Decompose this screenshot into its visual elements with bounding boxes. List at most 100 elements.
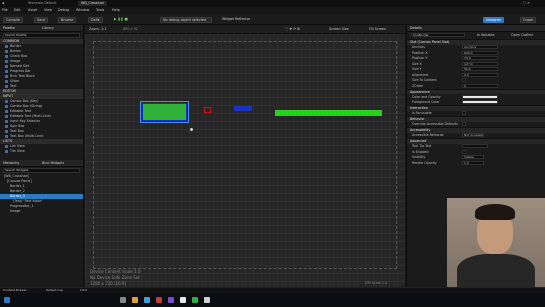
details-tab[interactable]: Details [410,26,422,31]
app-icon[interactable] [192,297,198,303]
border-icon [5,45,8,48]
palette-tab[interactable]: Palette [3,26,15,31]
app-icon[interactable] [204,297,210,303]
browser-icon[interactable] [144,297,150,303]
start-icon[interactable] [4,297,10,303]
hierarchy-search-input[interactable]: Search Widgets [3,168,80,173]
menu-item-view[interactable]: View [44,8,52,13]
selected-border-widget[interactable] [140,101,189,123]
alignment-input[interactable]: 0.0 [462,72,498,77]
menu-item-debug[interactable]: Debug [58,8,69,13]
render-opacity-input[interactable]: 1.0 [462,160,484,165]
row-label: Foreground Color [412,100,440,105]
fill-screen-dropdown[interactable]: Fill Screen [369,27,386,32]
size-to-content-checkbox[interactable] [462,78,466,83]
anchors-dropdown[interactable]: Anchors [462,45,498,50]
app-icon[interactable] [156,297,162,303]
browse-button[interactable]: Browse [58,17,77,23]
row-label: ZOrder [412,83,424,88]
graph-tab[interactable]: Graph [520,17,537,23]
widget-reflector-button[interactable]: Widget Reflector [220,17,252,23]
size-x-input[interactable]: 127.0 [462,61,498,66]
row-label: Is Focusable [412,111,432,116]
hierarchy-tab[interactable]: Hierarchy [3,161,19,166]
position-y-input[interactable]: 70.0 [462,56,498,61]
checkbox-icon [5,55,8,58]
editable-text-icon [5,110,8,113]
color-opacity-swatch[interactable] [462,94,498,99]
position-x-input[interactable]: 640.0 [462,50,498,55]
open-outline-button[interactable]: Open Outline [511,33,533,38]
designer-viewport[interactable]: Zoom -1:1 800 x 92 ⬚ ✥ ⟳ ⊞ Screen Size F… [85,25,405,287]
row-label: Render Opacity [412,160,437,165]
rich-text-icon [5,75,8,78]
unreal-logo-icon: ◆ [2,1,5,5]
save-button[interactable]: Save [34,17,49,23]
is-enabled-checkbox[interactable] [462,149,466,154]
details-row: Render Opacity 1.0 [407,160,545,166]
device-info-line: Device Content Scale 1.0 [90,269,141,274]
is-focusable-checkbox[interactable] [462,111,466,116]
tab-asset[interactable]: WB_Crosshair [78,1,108,6]
zorder-input[interactable]: 0 [462,83,498,88]
size-y-input[interactable]: 56.0 [462,67,498,72]
named-slot-icon [5,65,8,68]
row-label: Tool Tip Text [412,144,432,149]
row-label: Alignment [412,72,429,77]
palette-item[interactable]: Tile View [0,149,83,154]
window-controls[interactable]: – ▢ ✕ [520,1,530,6]
menu-item-help[interactable]: Help [112,8,120,13]
progress-bar-widget[interactable] [275,110,382,116]
menu-item-edit[interactable]: Edit [14,8,21,13]
spin-box-icon [5,125,8,128]
row-label: Visibility [412,155,426,160]
resolution-label: 800 x 92 [123,27,138,31]
text-box-icon [5,130,8,133]
palette-search-input[interactable]: Search Palette [3,33,80,38]
editable-text-icon [5,115,8,118]
unreal-icon[interactable] [180,297,186,303]
list-view-icon [5,145,8,148]
dpi-scale-label: DPI Scale 1.0 [365,281,388,285]
menu-bar: File Edit Asset View Debug Window Tools … [0,7,545,14]
canvas-bounds [93,41,397,269]
slider-icon [5,80,8,83]
row-label: Size X [412,61,422,66]
library-tab[interactable]: Library [42,26,54,31]
search-icon[interactable] [120,297,126,303]
hierarchy-header: Hierarchy Bind Widgets [0,160,83,167]
row-label: Override Accessible Defaults [412,122,458,127]
is-variable-checkbox[interactable]: Is Variable [477,33,495,38]
palette-item-label: Tile View [10,149,25,153]
blue-border-widget[interactable] [234,106,252,111]
row-label: Color and Opacity [412,94,441,99]
combo-box-icon [5,105,8,108]
red-border-widget[interactable] [204,107,211,113]
debug-object-select[interactable]: No debug object selected [160,17,212,23]
widget-name-input[interactable]: ImgBorder [411,33,465,37]
left-panel: Palette Library Search Palette COMMON Bo… [0,25,84,287]
row-label: Anchors [412,45,425,50]
accessible-behavior-dropdown[interactable]: Not Accessible [462,133,484,138]
menu-item-file[interactable]: File [2,8,8,13]
diff-button[interactable]: Def★ [88,17,103,23]
menu-item-tools[interactable]: Tools [96,8,104,13]
play-icon[interactable]: ▶ ❚❚ ■ [114,17,128,22]
screen-size-dropdown[interactable]: Screen Size [329,27,349,32]
compile-button[interactable]: Compile [3,17,23,23]
designer-tab[interactable]: Designer [483,17,505,23]
row-label: Is Enabled [412,149,429,154]
tooltip-text-input[interactable] [462,144,488,149]
hierarchy-item[interactable]: Image [0,209,83,214]
menu-item-asset[interactable]: Asset [28,8,37,13]
text-icon [5,85,8,88]
file-explorer-icon[interactable] [132,297,138,303]
visual-studio-icon[interactable] [168,297,174,303]
crosshair-dot [190,128,193,131]
foreground-color-swatch[interactable] [462,100,498,105]
menu-item-window[interactable]: Window [76,8,89,13]
visibility-dropdown[interactable]: Visible [462,155,484,160]
viewport-tool-icons[interactable]: ⬚ ✥ ⟳ ⊞ [285,27,300,32]
bind-widgets-tab[interactable]: Bind Widgets [42,161,64,166]
override-accessible-checkbox[interactable] [462,122,466,127]
